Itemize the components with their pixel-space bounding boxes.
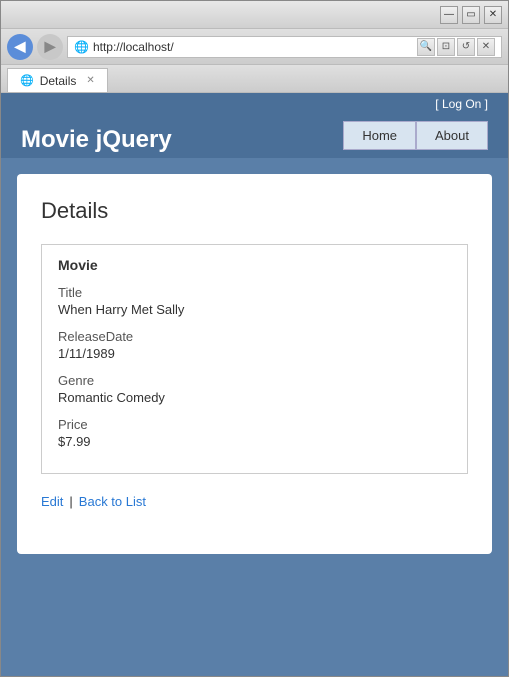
- stop-button[interactable]: ✕: [477, 38, 495, 56]
- title-bar-buttons: — ▭ ✕: [440, 6, 502, 24]
- compat-button[interactable]: ⊡: [437, 38, 455, 56]
- address-actions: 🔍 ⊡ ↺ ✕: [417, 38, 495, 56]
- genre-label: Genre: [58, 373, 451, 388]
- app-title: Movie jQuery: [21, 126, 172, 154]
- price-label: Price: [58, 417, 451, 432]
- address-url: http://localhost/: [93, 40, 413, 54]
- field-group-genre: Genre Romantic Comedy: [58, 373, 451, 405]
- app-header: [ Log On ] Movie jQuery Home About: [1, 93, 508, 158]
- back-to-list-link[interactable]: Back to List: [79, 494, 146, 509]
- browser-window: — ▭ ✕ ◀ ▶ 🌐 http://localhost/ 🔍 ⊡ ↺ ✕: [0, 0, 509, 677]
- browser-tab[interactable]: 🌐 Details ✕: [7, 68, 108, 92]
- minimize-button[interactable]: —: [440, 6, 458, 24]
- tab-close-button[interactable]: ✕: [86, 75, 94, 86]
- tab-label: Details: [40, 74, 77, 88]
- main-content: Details Movie Title When Harry Met Sally…: [1, 158, 508, 676]
- price-value: $7.99: [58, 434, 451, 449]
- title-bar: — ▭ ✕: [1, 1, 508, 29]
- genre-value: Romantic Comedy: [58, 390, 451, 405]
- search-address-button[interactable]: 🔍: [417, 38, 435, 56]
- edit-link[interactable]: Edit: [41, 494, 63, 509]
- movie-box: Movie Title When Harry Met Sally Release…: [41, 244, 468, 474]
- movie-box-title: Movie: [58, 257, 451, 273]
- releasedate-value: 1/11/1989: [58, 346, 451, 361]
- tab-favicon: 🌐: [20, 74, 34, 87]
- address-bar: ◀ ▶ 🌐 http://localhost/ 🔍 ⊡ ↺ ✕: [1, 29, 508, 65]
- action-links: Edit | Back to List: [41, 494, 468, 509]
- field-group-releasedate: ReleaseDate 1/11/1989: [58, 329, 451, 361]
- title-value: When Harry Met Sally: [58, 302, 451, 317]
- page-heading: Details: [41, 198, 468, 224]
- tab-bar: 🌐 Details ✕: [1, 65, 508, 93]
- title-label: Title: [58, 285, 451, 300]
- back-button[interactable]: ◀: [7, 34, 33, 60]
- releasedate-label: ReleaseDate: [58, 329, 451, 344]
- field-group-title: Title When Harry Met Sally: [58, 285, 451, 317]
- link-separator: |: [69, 494, 72, 509]
- close-button[interactable]: ✕: [484, 6, 502, 24]
- app-title-nav: Movie jQuery Home About: [21, 113, 488, 158]
- field-group-price: Price $7.99: [58, 417, 451, 449]
- header-top: [ Log On ]: [21, 93, 488, 113]
- forward-button[interactable]: ▶: [37, 34, 63, 60]
- nav-buttons: Home About: [343, 121, 488, 150]
- restore-button[interactable]: ▭: [462, 6, 480, 24]
- refresh-button[interactable]: ↺: [457, 38, 475, 56]
- address-icon: 🌐: [74, 40, 89, 54]
- content-card: Details Movie Title When Harry Met Sally…: [17, 174, 492, 554]
- about-nav-button[interactable]: About: [416, 121, 488, 150]
- log-on-link[interactable]: [ Log On ]: [435, 97, 488, 111]
- page-area: [ Log On ] Movie jQuery Home About Detai…: [1, 93, 508, 676]
- address-field[interactable]: 🌐 http://localhost/ 🔍 ⊡ ↺ ✕: [67, 36, 502, 58]
- home-nav-button[interactable]: Home: [343, 121, 416, 150]
